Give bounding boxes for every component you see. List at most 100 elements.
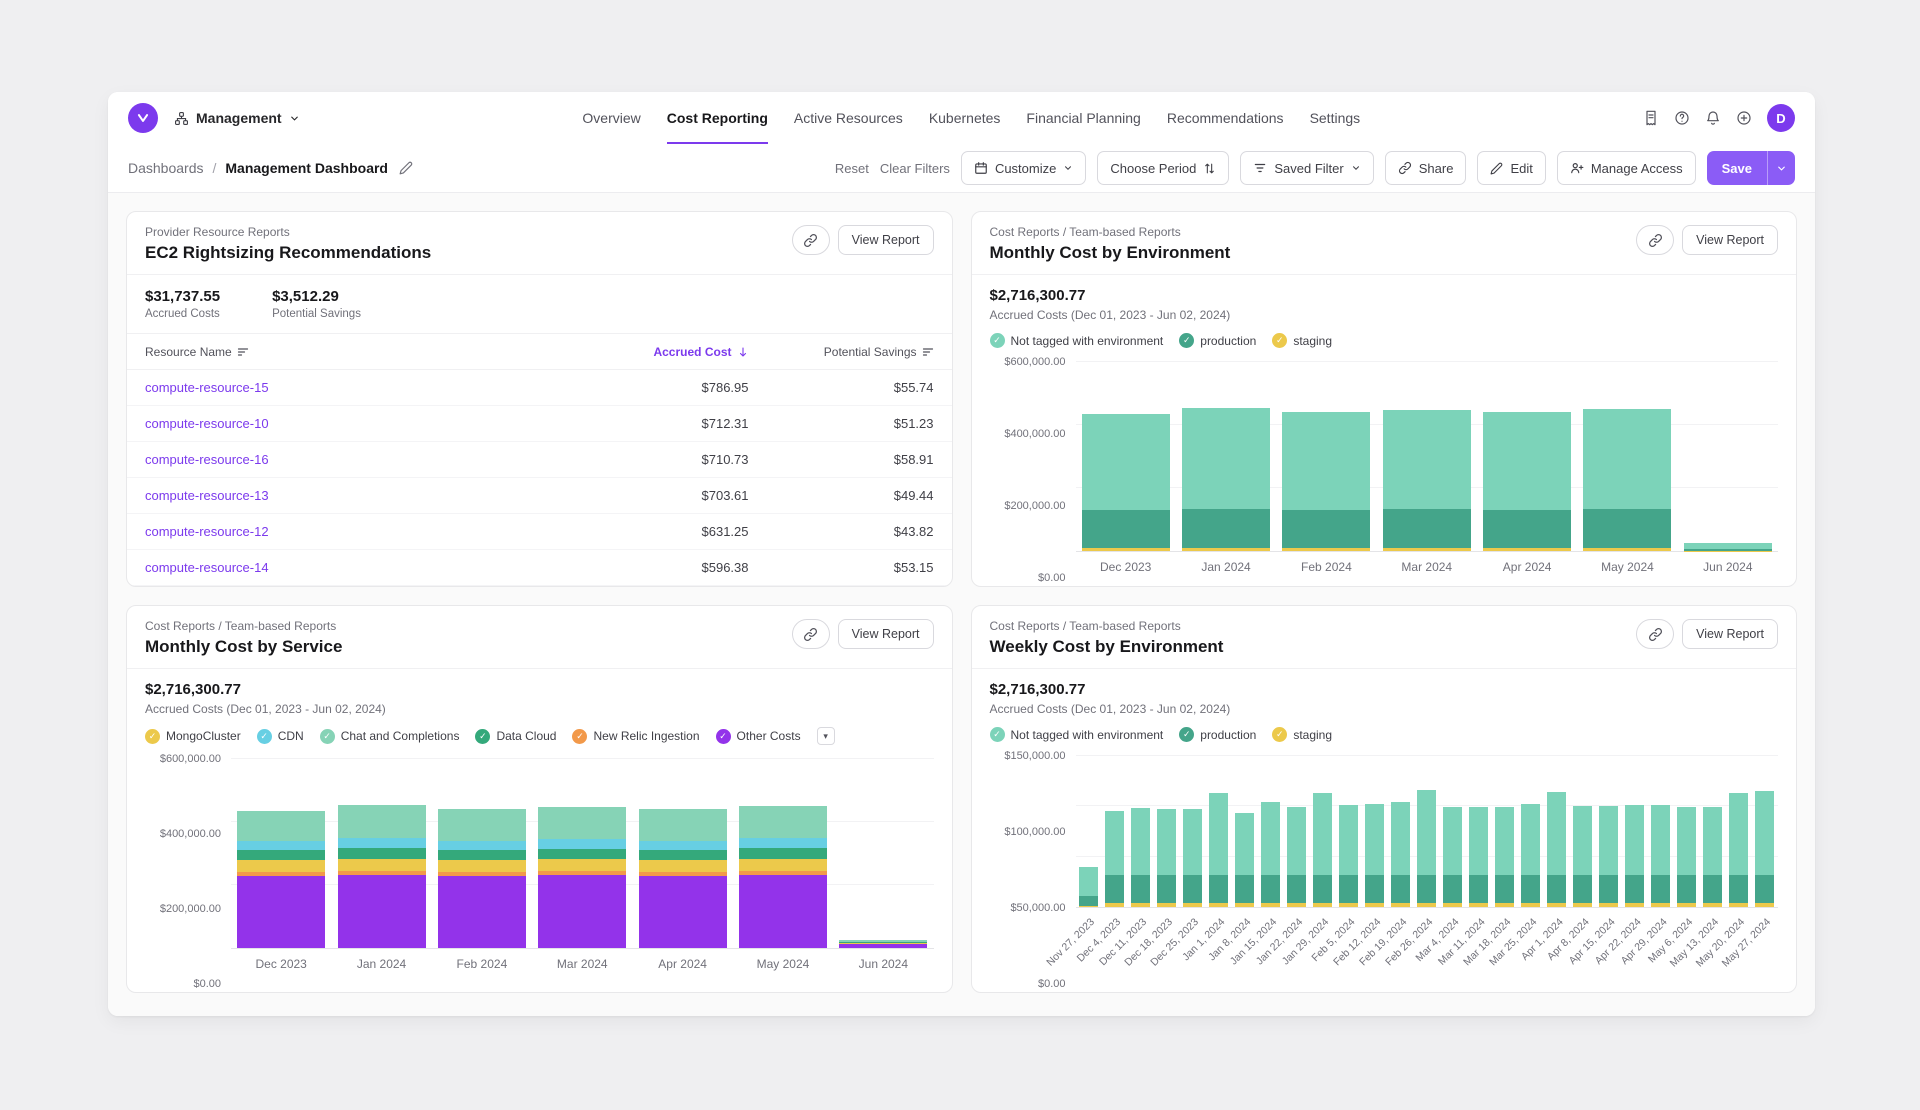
- bar-may-6-2024[interactable]: [1677, 756, 1696, 907]
- save-options-button[interactable]: [1767, 151, 1795, 185]
- bar-may-2024[interactable]: [739, 759, 827, 948]
- avatar[interactable]: D: [1767, 104, 1795, 132]
- resource-name-link[interactable]: compute-resource-12: [145, 524, 569, 539]
- resource-name-link[interactable]: compute-resource-15: [145, 380, 569, 395]
- copy-link-button[interactable]: [1636, 225, 1674, 255]
- legend-item-mongocluster[interactable]: ✓MongoCluster: [145, 729, 241, 744]
- nav-link-financial-planning[interactable]: Financial Planning: [1026, 92, 1140, 144]
- legend-item-production[interactable]: ✓production: [1179, 727, 1256, 742]
- resource-name-link[interactable]: compute-resource-16: [145, 452, 569, 467]
- reset-button[interactable]: Reset: [835, 161, 869, 176]
- table-row[interactable]: compute-resource-10$712.31$51.23: [127, 406, 952, 442]
- bar-mar-18-2024[interactable]: [1495, 756, 1514, 907]
- bar-nov-27-2023[interactable]: [1079, 756, 1098, 907]
- legend-item-staging[interactable]: ✓staging: [1272, 333, 1332, 348]
- bar-apr-22-2024[interactable]: [1625, 756, 1644, 907]
- bar-mar-4-2024[interactable]: [1443, 756, 1462, 907]
- resource-name-link[interactable]: compute-resource-10: [145, 416, 569, 431]
- column-potential-savings[interactable]: Potential Savings: [749, 345, 934, 359]
- bar-jan-15-2024[interactable]: [1261, 756, 1280, 907]
- breadcrumb-dashboards[interactable]: Dashboards: [128, 160, 204, 176]
- bar-may-20-2024[interactable]: [1729, 756, 1748, 907]
- bar-dec-2023[interactable]: [1082, 362, 1170, 551]
- view-report-button[interactable]: View Report: [1682, 619, 1778, 649]
- column-resource-name[interactable]: Resource Name: [145, 345, 569, 359]
- bar-dec-2023[interactable]: [237, 759, 325, 948]
- copy-link-button[interactable]: [1636, 619, 1674, 649]
- bar-dec-25-2023[interactable]: [1183, 756, 1202, 907]
- table-row[interactable]: compute-resource-14$596.38$53.15: [127, 550, 952, 586]
- workspace-selector[interactable]: Management: [174, 110, 300, 126]
- nav-link-settings[interactable]: Settings: [1310, 92, 1361, 144]
- bar-mar-2024[interactable]: [1383, 362, 1471, 551]
- add-button[interactable]: [1736, 110, 1752, 126]
- bar-jan-8-2024[interactable]: [1235, 756, 1254, 907]
- bar-feb-2024[interactable]: [438, 759, 526, 948]
- bar-jan-22-2024[interactable]: [1287, 756, 1306, 907]
- saved-filter-button[interactable]: Saved Filter: [1240, 151, 1373, 185]
- bar-jan-1-2024[interactable]: [1209, 756, 1228, 907]
- bar-may-27-2024[interactable]: [1755, 756, 1774, 907]
- bar-dec-18-2023[interactable]: [1157, 756, 1176, 907]
- bar-dec-4-2023[interactable]: [1105, 756, 1124, 907]
- legend-item-data-cloud[interactable]: ✓Data Cloud: [475, 729, 556, 744]
- manage-access-button[interactable]: Manage Access: [1557, 151, 1696, 185]
- clear-filters-button[interactable]: Clear Filters: [880, 161, 950, 176]
- bar-mar-2024[interactable]: [538, 759, 626, 948]
- edit-button[interactable]: Edit: [1477, 151, 1545, 185]
- legend-item-other-costs[interactable]: ✓Other Costs: [716, 729, 801, 744]
- bar-feb-19-2024[interactable]: [1391, 756, 1410, 907]
- bar-jan-29-2024[interactable]: [1313, 756, 1332, 907]
- table-row[interactable]: compute-resource-16$710.73$58.91: [127, 442, 952, 478]
- bar-mar-11-2024[interactable]: [1469, 756, 1488, 907]
- bar-apr-1-2024[interactable]: [1547, 756, 1566, 907]
- choose-period-button[interactable]: Choose Period: [1097, 151, 1229, 185]
- bar-apr-15-2024[interactable]: [1599, 756, 1618, 907]
- app-logo[interactable]: [128, 103, 158, 133]
- bar-may-2024[interactable]: [1583, 362, 1671, 551]
- rename-dashboard-button[interactable]: [399, 161, 413, 175]
- help-button[interactable]: [1674, 110, 1690, 126]
- bar-feb-12-2024[interactable]: [1365, 756, 1384, 907]
- nav-link-active-resources[interactable]: Active Resources: [794, 92, 903, 144]
- notifications-button[interactable]: [1705, 110, 1721, 126]
- save-button[interactable]: Save: [1707, 151, 1767, 185]
- legend-item-production[interactable]: ✓production: [1179, 333, 1256, 348]
- bar-apr-8-2024[interactable]: [1573, 756, 1592, 907]
- bar-feb-2024[interactable]: [1282, 362, 1370, 551]
- bar-apr-29-2024[interactable]: [1651, 756, 1670, 907]
- bar-feb-26-2024[interactable]: [1417, 756, 1436, 907]
- bar-jan-2024[interactable]: [1182, 362, 1270, 551]
- view-report-button[interactable]: View Report: [838, 225, 934, 255]
- resource-name-link[interactable]: compute-resource-13: [145, 488, 569, 503]
- nav-link-overview[interactable]: Overview: [582, 92, 640, 144]
- legend-item-not-tagged-with-environment[interactable]: ✓Not tagged with environment: [990, 333, 1164, 348]
- bar-apr-2024[interactable]: [639, 759, 727, 948]
- view-report-button[interactable]: View Report: [1682, 225, 1778, 255]
- column-accrued-cost[interactable]: Accrued Cost: [569, 345, 749, 359]
- legend-more-button[interactable]: ▾: [817, 727, 835, 745]
- share-button[interactable]: Share: [1385, 151, 1467, 185]
- bar-jun-2024[interactable]: [839, 759, 927, 948]
- billing-button[interactable]: [1643, 110, 1659, 126]
- legend-item-not-tagged-with-environment[interactable]: ✓Not tagged with environment: [990, 727, 1164, 742]
- bar-feb-5-2024[interactable]: [1339, 756, 1358, 907]
- nav-link-recommendations[interactable]: Recommendations: [1167, 92, 1284, 144]
- resource-name-link[interactable]: compute-resource-14: [145, 560, 569, 575]
- table-row[interactable]: compute-resource-12$631.25$43.82: [127, 514, 952, 550]
- bar-mar-25-2024[interactable]: [1521, 756, 1540, 907]
- legend-item-staging[interactable]: ✓staging: [1272, 727, 1332, 742]
- bar-jun-2024[interactable]: [1684, 362, 1772, 551]
- bar-jan-2024[interactable]: [338, 759, 426, 948]
- legend-item-chat-and-completions[interactable]: ✓Chat and Completions: [320, 729, 460, 744]
- legend-item-cdn[interactable]: ✓CDN: [257, 729, 304, 744]
- table-row[interactable]: compute-resource-15$786.95$55.74: [127, 370, 952, 406]
- nav-link-cost-reporting[interactable]: Cost Reporting: [667, 92, 768, 144]
- copy-link-button[interactable]: [792, 619, 830, 649]
- bar-apr-2024[interactable]: [1483, 362, 1571, 551]
- legend-item-new-relic-ingestion[interactable]: ✓New Relic Ingestion: [572, 729, 699, 744]
- table-row[interactable]: compute-resource-13$703.61$49.44: [127, 478, 952, 514]
- bar-dec-11-2023[interactable]: [1131, 756, 1150, 907]
- nav-link-kubernetes[interactable]: Kubernetes: [929, 92, 1001, 144]
- view-report-button[interactable]: View Report: [838, 619, 934, 649]
